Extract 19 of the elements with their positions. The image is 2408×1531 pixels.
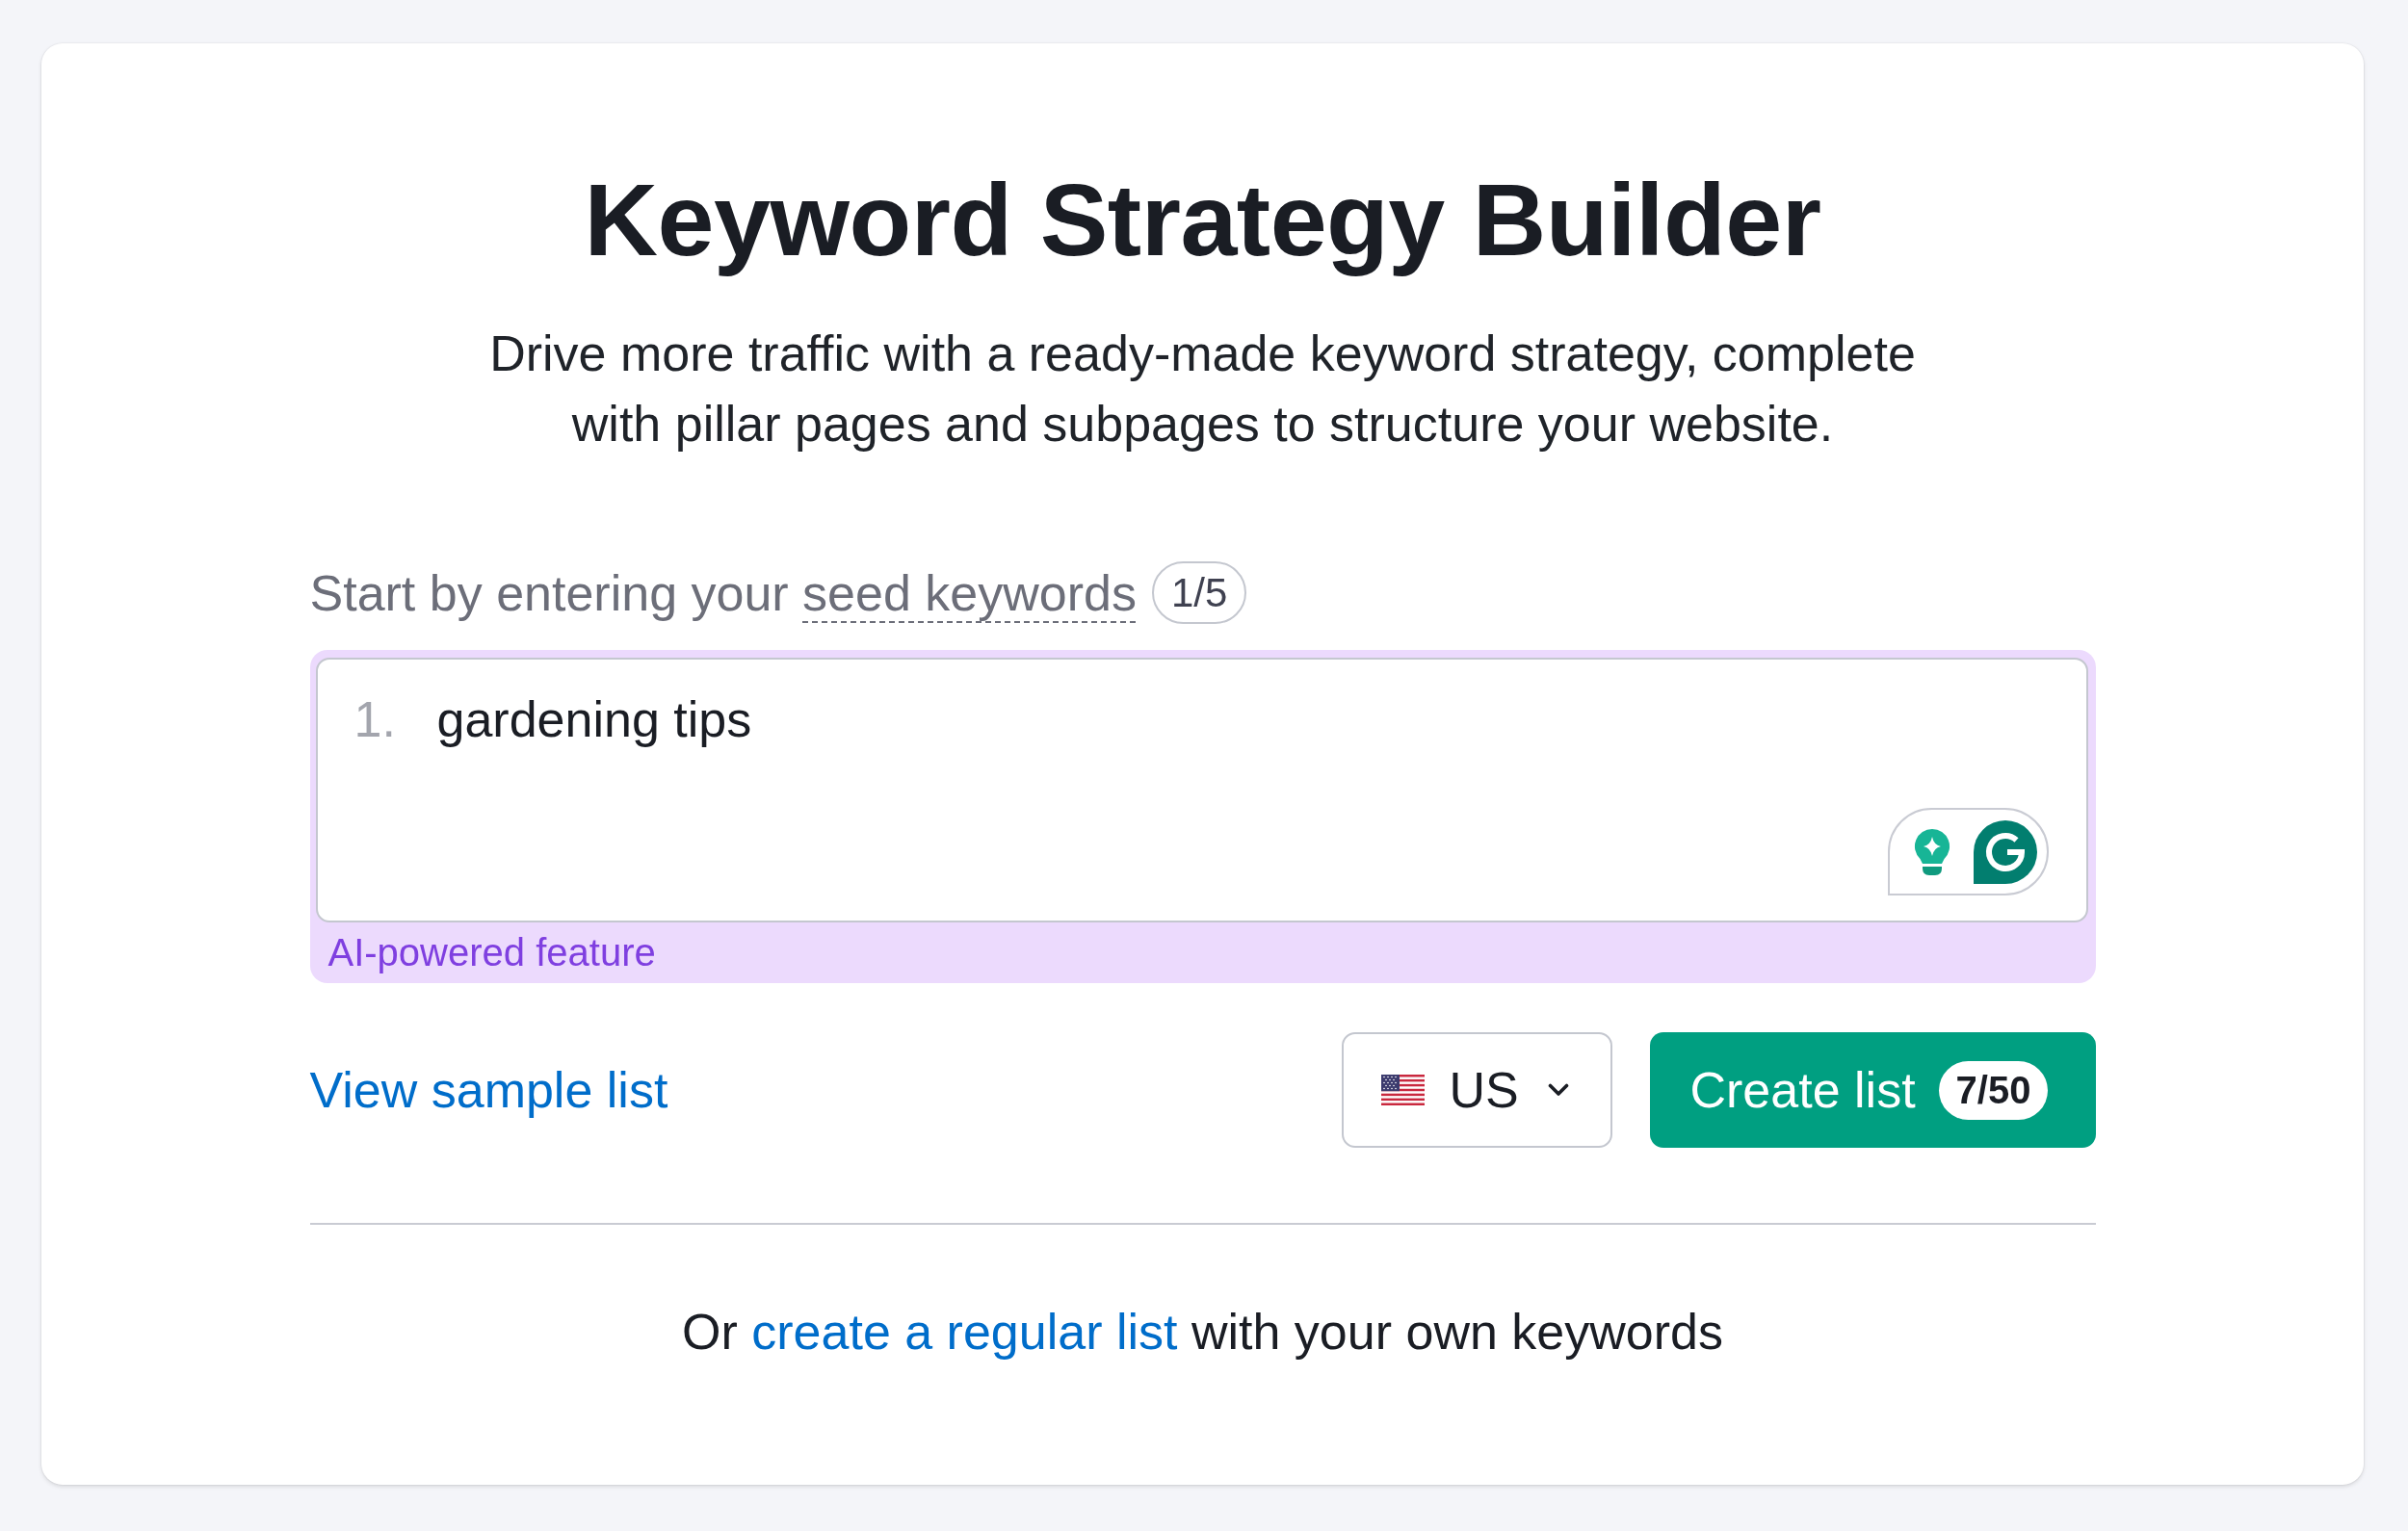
page-subtitle: Drive more traffic with a ready-made keyword strategy, complete with pillar pages and subpages to structure your website.: [488, 324, 1917, 454]
view-sample-link[interactable]: View sample list: [309, 1061, 668, 1119]
footer-text: Or create a regular list with your own keywords: [681, 1303, 1724, 1362]
chevron-down-icon: [1547, 1083, 1569, 1097]
page-title: Keyword Strategy Builder: [584, 162, 1821, 278]
field-label: Start by entering your seed keywords: [309, 563, 1137, 623]
assistant-widget[interactable]: [1887, 808, 2049, 895]
credits-badge: 7/50: [1938, 1060, 2049, 1120]
line-number: 1.: [353, 690, 397, 748]
ai-feature-label: AI-powered feature: [327, 930, 657, 975]
keyword-text: gardening tips: [436, 690, 752, 748]
tooltip-term[interactable]: seed keywords: [802, 564, 1137, 621]
keyword-count-badge: 1/5: [1151, 561, 1247, 624]
flag-icon: [1380, 1075, 1425, 1105]
regular-list-link[interactable]: create a regular list: [751, 1304, 1178, 1360]
letter-g-bubble-icon[interactable]: [1972, 819, 2038, 884]
country-select[interactable]: US: [1341, 1032, 1612, 1148]
create-list-button[interactable]: Create list 7/50: [1649, 1032, 2096, 1148]
keywords-input-field[interactable]: 1. gardening tips: [315, 658, 2088, 922]
